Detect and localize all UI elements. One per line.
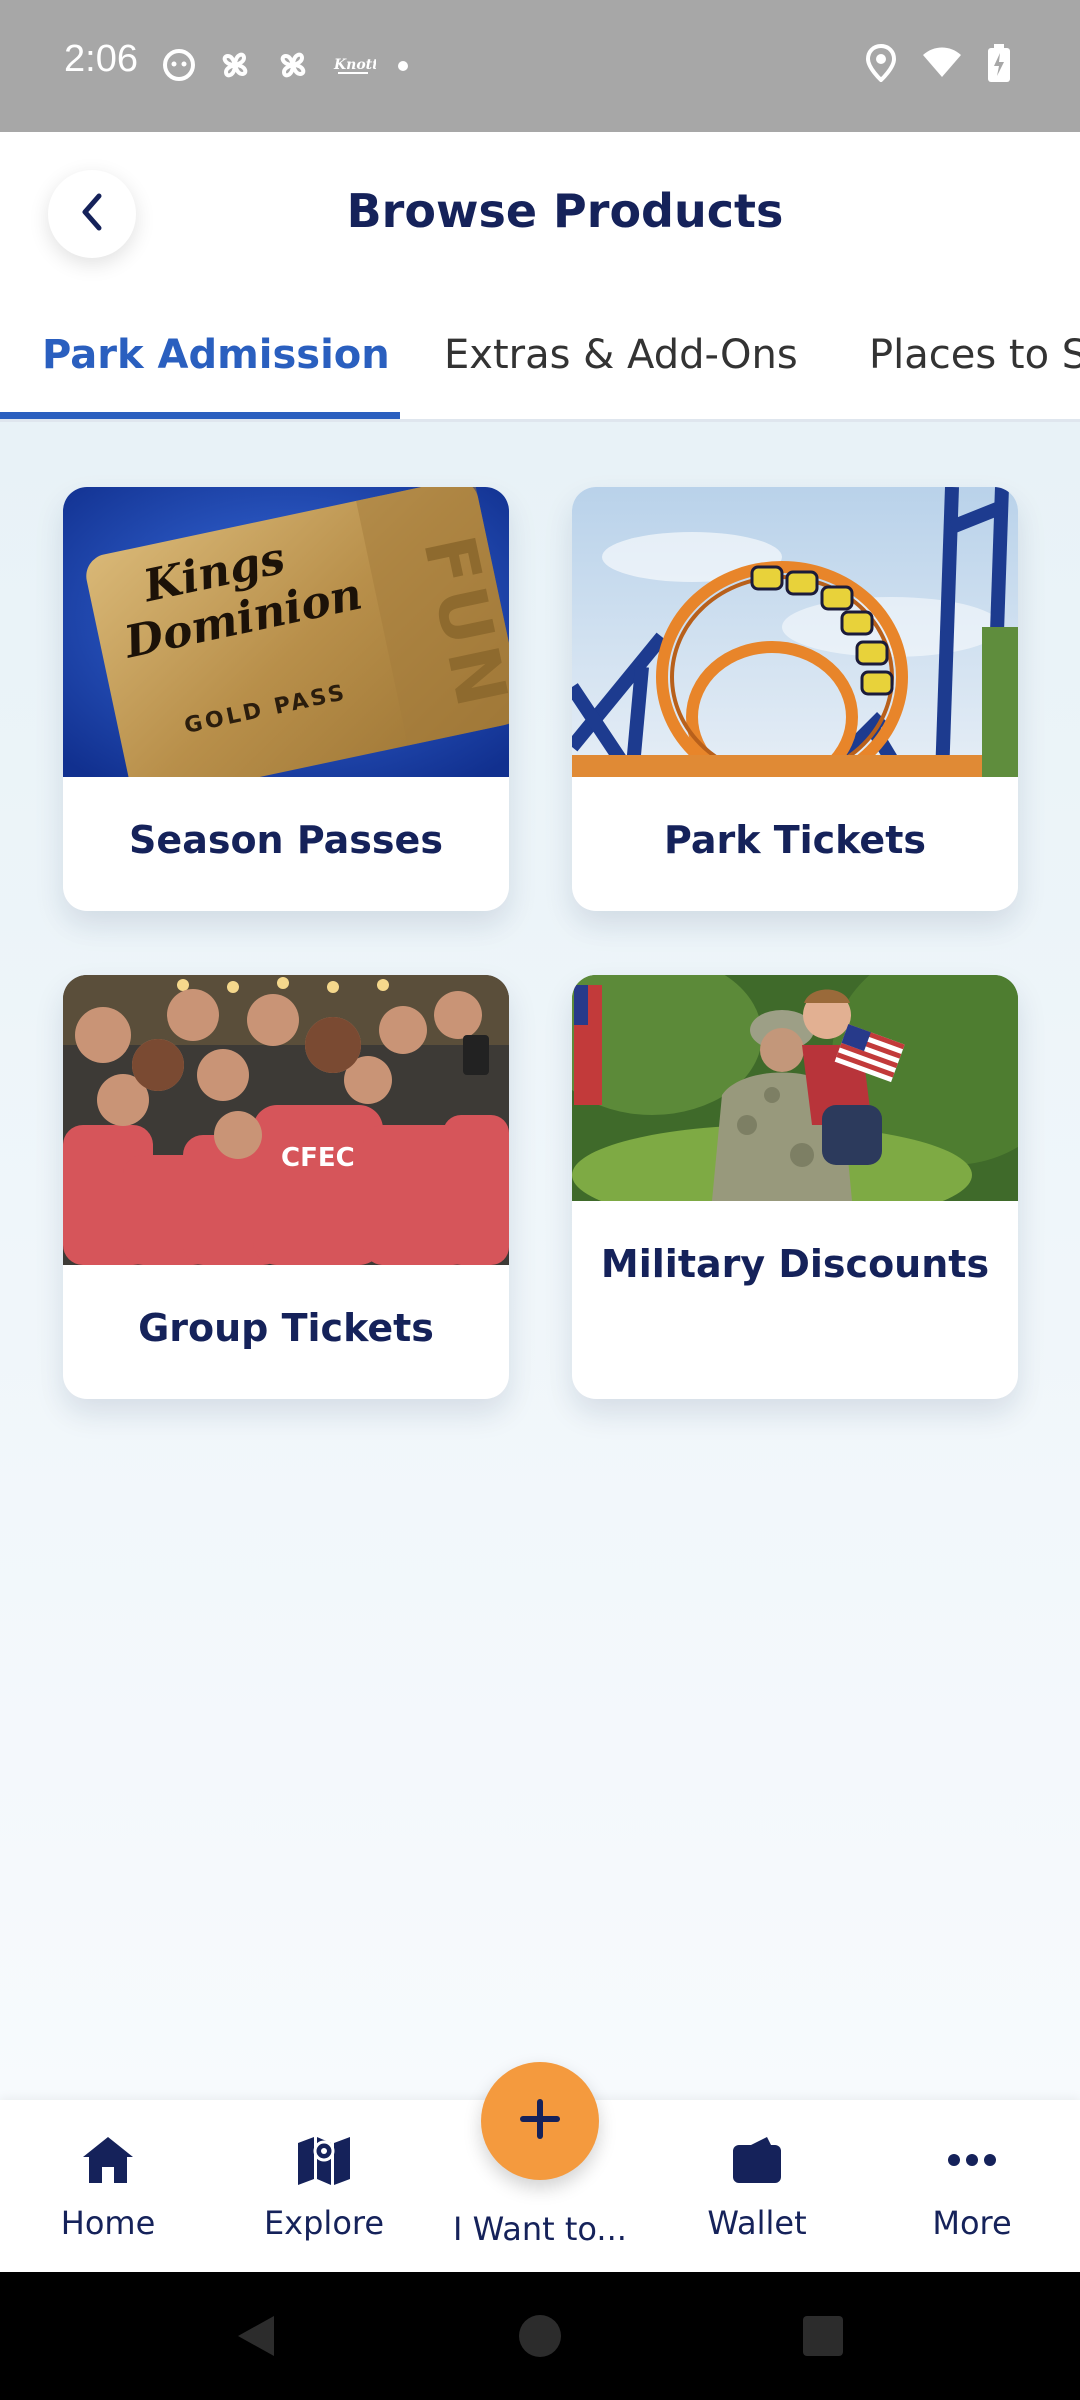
card-label: Season Passes bbox=[129, 818, 443, 862]
page-title: Browse Products bbox=[346, 184, 784, 238]
season-pass-image: Kings Dominion GOLD PASS FUN bbox=[63, 487, 509, 777]
face-icon bbox=[162, 48, 196, 86]
status-icons-left: Knotts bbox=[162, 46, 410, 88]
map-icon bbox=[224, 2130, 424, 2190]
pinwheel-icon bbox=[216, 46, 254, 88]
status-time: 2:06 bbox=[64, 38, 138, 80]
status-icons-right bbox=[865, 43, 1010, 86]
i-want-to-label: I Want to... bbox=[453, 2210, 627, 2248]
card-park-tickets[interactable]: Park Tickets bbox=[572, 487, 1018, 911]
home-circle-icon[interactable] bbox=[518, 2314, 562, 2362]
category-tabs: Park Admission Extras & Add-Ons Places t… bbox=[0, 292, 1080, 422]
location-icon bbox=[865, 43, 897, 86]
system-navigation-bar bbox=[0, 2272, 1080, 2400]
dot-icon bbox=[396, 58, 410, 77]
i-want-to-button[interactable] bbox=[481, 2062, 599, 2180]
wallet-icon bbox=[657, 2130, 857, 2190]
card-label: Military Discounts bbox=[600, 1242, 990, 1286]
card-group-tickets[interactable]: CFEC Group Tickets bbox=[63, 975, 509, 1399]
card-label: Group Tickets bbox=[138, 1306, 434, 1350]
battery-charging-icon bbox=[988, 44, 1010, 86]
plus-icon bbox=[518, 2097, 562, 2145]
card-military-discounts[interactable]: Military Discounts bbox=[572, 975, 1018, 1399]
nav-home[interactable]: Home bbox=[8, 2130, 208, 2242]
tab-extras-add-ons[interactable]: Extras & Add-Ons bbox=[444, 332, 798, 378]
pinwheel-icon bbox=[274, 46, 312, 88]
wifi-icon bbox=[922, 47, 962, 83]
product-grid: Kings Dominion GOLD PASS FUN Season Pass… bbox=[0, 422, 1080, 2100]
nav-wallet[interactable]: Wallet bbox=[657, 2130, 857, 2242]
nav-label-more: More bbox=[932, 2204, 1012, 2242]
svg-text:Knotts: Knotts bbox=[333, 57, 376, 73]
tab-places-to-stay[interactable]: Places to St bbox=[869, 332, 1080, 378]
roller-coaster-image bbox=[572, 487, 1018, 777]
nav-label-wallet: Wallet bbox=[707, 2204, 807, 2242]
military-family-image bbox=[572, 975, 1018, 1201]
more-dots-icon bbox=[872, 2130, 1072, 2190]
group-photo-image: CFEC bbox=[63, 975, 509, 1265]
tab-park-admission[interactable]: Park Admission bbox=[42, 332, 390, 378]
shirt-text: CFEC bbox=[281, 1143, 355, 1173]
recents-square-icon[interactable] bbox=[803, 2316, 843, 2360]
nav-label-explore: Explore bbox=[263, 2204, 385, 2242]
status-bar: 2:06 Knotts bbox=[0, 0, 1080, 132]
nav-label-home: Home bbox=[60, 2204, 156, 2242]
card-season-passes[interactable]: Kings Dominion GOLD PASS FUN Season Pass… bbox=[63, 487, 509, 911]
active-tab-indicator bbox=[0, 412, 400, 419]
back-triangle-icon[interactable] bbox=[234, 2314, 276, 2362]
home-icon bbox=[8, 2130, 208, 2190]
knotts-logo-icon: Knotts bbox=[332, 51, 387, 83]
card-label: Park Tickets bbox=[664, 818, 926, 862]
nav-explore[interactable]: Explore bbox=[224, 2130, 424, 2242]
header: Browse Products bbox=[0, 132, 1080, 292]
nav-more[interactable]: More bbox=[872, 2130, 1072, 2242]
